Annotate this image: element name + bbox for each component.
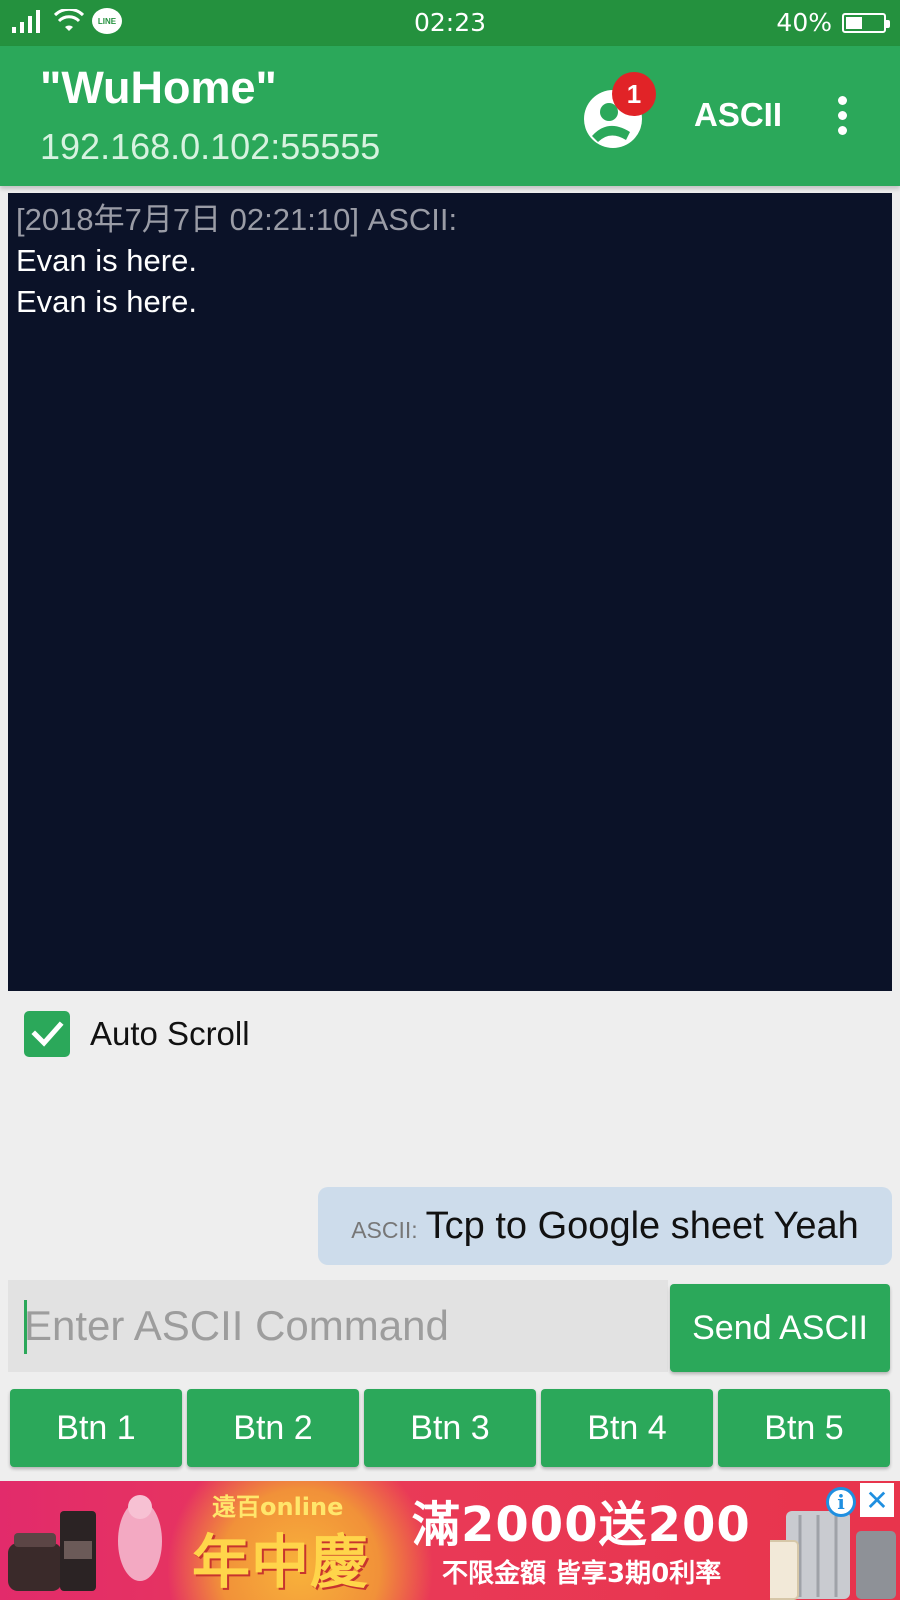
app-bar: "WuHome" 192.168.0.102:55555 1 ASCII — [0, 46, 900, 186]
sent-message-bubble: ASCII: Tcp to Google sheet Yeah — [318, 1187, 892, 1265]
ascii-mode-button[interactable]: ASCII — [694, 96, 782, 134]
ad-product-image — [8, 1495, 162, 1591]
connection-address: 192.168.0.102:55555 — [40, 126, 381, 167]
quick-button-3[interactable]: Btn 3 — [364, 1389, 536, 1467]
text-caret — [24, 1300, 27, 1354]
quick-button-2[interactable]: Btn 2 — [187, 1389, 359, 1467]
ad-promo: 滿2000送200 — [412, 1497, 751, 1553]
status-right: 40% — [776, 8, 890, 37]
auto-scroll-toggle[interactable]: Auto Scroll — [24, 1011, 250, 1057]
quick-button-1[interactable]: Btn 1 — [10, 1389, 182, 1467]
command-input[interactable] — [8, 1280, 668, 1372]
ad-headline: 年中慶 — [192, 1528, 370, 1596]
battery-icon — [842, 12, 890, 33]
auto-scroll-checkbox[interactable] — [24, 1011, 70, 1057]
send-ascii-button[interactable]: Send ASCII — [670, 1284, 890, 1372]
status-time: 02:23 — [413, 8, 487, 37]
terminal-message-line: Evan is here. — [16, 243, 197, 278]
quick-button-4[interactable]: Btn 4 — [541, 1389, 713, 1467]
quick-button-row: Btn 1 Btn 2 Btn 3 Btn 4 Btn 5 — [10, 1389, 890, 1467]
quick-button-5[interactable]: Btn 5 — [718, 1389, 890, 1467]
auto-scroll-label: Auto Scroll — [90, 1015, 250, 1052]
ad-info-icon[interactable]: i — [826, 1487, 856, 1517]
ad-banner[interactable]: 遠百online 年中慶 滿2000送200 不限金額 皆享3期0利率 i ✕ — [0, 1481, 900, 1600]
terminal-message-line: Evan is here. — [16, 284, 197, 319]
terminal-timestamp-line: [2018年7月7日 02:21:10] ASCII: — [16, 202, 458, 237]
status-bar: LINE 02:23 40% — [0, 0, 900, 46]
battery-percent: 40% — [776, 8, 832, 37]
app-title: "WuHome" — [40, 62, 277, 113]
overflow-menu-icon[interactable] — [835, 96, 849, 144]
connection-count-badge: 1 — [612, 72, 656, 116]
ad-fine-print: 不限金額 皆享3期0利率 — [442, 1559, 722, 1589]
terminal-output[interactable]: [2018年7月7日 02:21:10] ASCII: Evan is here… — [8, 193, 892, 991]
checkmark-icon — [31, 1021, 64, 1047]
sent-message-prefix: ASCII: — [351, 1216, 418, 1243]
ad-close-icon[interactable]: ✕ — [860, 1483, 894, 1517]
sent-message-text: Tcp to Google sheet Yeah — [425, 1204, 859, 1247]
command-input-container — [8, 1280, 668, 1372]
